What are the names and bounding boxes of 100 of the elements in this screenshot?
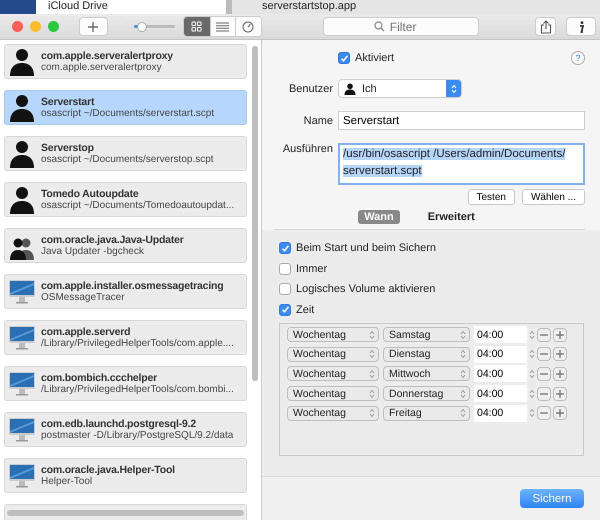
info-button[interactable] bbox=[566, 17, 596, 36]
checkbox[interactable] bbox=[279, 242, 291, 254]
job-card[interactable]: Tomedo Autoupdate osascript ~/Documents/Tomedoautoupdat... bbox=[4, 182, 247, 217]
time-field[interactable]: 04:00 bbox=[474, 404, 527, 422]
share-button[interactable] bbox=[534, 17, 556, 36]
job-title: com.apple.installer.osmessagetracing bbox=[41, 280, 224, 292]
time-field[interactable]: 04:00 bbox=[474, 346, 527, 363]
checkbox-label: Aktiviert bbox=[355, 52, 394, 64]
plus-icon bbox=[556, 330, 564, 339]
field-label: Ausführen bbox=[282, 143, 333, 155]
monitor-icon bbox=[8, 370, 36, 396]
dropdown[interactable]: Wochentag bbox=[287, 406, 379, 421]
stepper-icon bbox=[369, 368, 375, 379]
remove-button[interactable] bbox=[537, 366, 551, 381]
dropdown[interactable]: Wochentag bbox=[287, 366, 379, 382]
size-slider[interactable] bbox=[134, 22, 175, 32]
remove-button[interactable] bbox=[537, 347, 551, 362]
job-title: com.apple.serveralertproxy bbox=[41, 50, 173, 62]
add-button[interactable] bbox=[79, 17, 108, 36]
person-icon bbox=[9, 186, 35, 214]
search-field[interactable]: Filter bbox=[322, 17, 479, 36]
field-label: Name bbox=[302, 114, 333, 126]
add-button[interactable] bbox=[553, 328, 567, 342]
dropdown[interactable]: Donnerstag bbox=[383, 386, 470, 402]
job-command: postmaster -D/Library/PostgreSQL/9.2/data bbox=[41, 430, 234, 441]
field-label: Benutzer bbox=[288, 82, 333, 94]
job-card[interactable]: com.apple.installer.osmessagetracing OSMessageTracer bbox=[4, 274, 247, 309]
add-button[interactable] bbox=[553, 347, 567, 362]
monitor-icon bbox=[8, 462, 36, 488]
job-card[interactable]: Serverstart osascript ~/Documents/serverstart.scpt bbox=[4, 90, 247, 125]
plus-icon bbox=[556, 409, 564, 418]
job-card[interactable]: com.apple.serveralertproxy com.apple.serveralertproxy bbox=[4, 44, 247, 79]
stepper-icon bbox=[369, 330, 375, 340]
job-command: Helper-Tool bbox=[41, 476, 94, 487]
job-command: /Library/PrivilegedHelperTools/com.apple.... bbox=[41, 338, 234, 349]
plus-icon bbox=[556, 350, 564, 358]
push-button[interactable]: Wählen ... bbox=[522, 189, 585, 205]
checkbox[interactable] bbox=[279, 304, 291, 316]
add-button[interactable] bbox=[553, 406, 567, 420]
remove-button[interactable] bbox=[537, 386, 551, 401]
job-command: osascript ~/Documents/serverstart.scpt bbox=[41, 108, 214, 119]
job-command: com.apple.serveralertproxy bbox=[41, 62, 163, 73]
job-card[interactable]: com.bombich.ccchelper /Library/PrivilegedHelperTools/com.bombi... bbox=[4, 366, 247, 401]
job-command: OSMessageTracer bbox=[41, 292, 126, 303]
job-title: Tomedo Autoupdate bbox=[41, 188, 140, 200]
dropdown[interactable]: Mittwoch bbox=[383, 366, 470, 382]
command-field[interactable]: /usr/bin/osascript /Users/admin/Documents/ serverstart.scpt bbox=[338, 143, 585, 185]
file-name: serverstartstop.app bbox=[261, 0, 356, 14]
user-popup[interactable]: Ich bbox=[338, 79, 462, 98]
name-field[interactable]: Serverstart bbox=[338, 111, 585, 130]
add-button[interactable] bbox=[553, 386, 567, 401]
view-mode-button[interactable] bbox=[184, 17, 210, 36]
job-card[interactable]: com.edb.launchd.postgresql-9.2 postmaster -D/Library/PostgreSQL/9.2/data bbox=[4, 412, 247, 447]
plus-icon bbox=[87, 20, 100, 32]
time-field[interactable]: 04:00 bbox=[474, 365, 527, 382]
stepper-icon bbox=[369, 388, 375, 399]
job-card[interactable]: com.oracle.java.Helper-Tool Helper-Tool bbox=[4, 458, 247, 493]
job-card[interactable]: com.apple.serverd /Library/PrivilegedHelperTools/com.apple.... bbox=[4, 320, 247, 355]
view-mode-control[interactable] bbox=[182, 16, 262, 37]
view-mode-button[interactable] bbox=[235, 17, 261, 36]
remove-button[interactable] bbox=[537, 328, 551, 342]
checkbox[interactable] bbox=[279, 283, 291, 296]
add-button[interactable] bbox=[553, 366, 567, 381]
gauge-icon bbox=[242, 20, 254, 32]
checkbox[interactable] bbox=[338, 52, 350, 64]
stepper-icon bbox=[460, 368, 466, 379]
sidebar-item: iCloud Drive bbox=[47, 0, 108, 12]
job-card[interactable]: com.oracle.java.Java-Updater Java Updater -bgcheck bbox=[4, 228, 247, 263]
remove-button[interactable] bbox=[537, 406, 551, 420]
tab[interactable]: Wann bbox=[358, 210, 400, 224]
person-icon bbox=[9, 94, 35, 122]
job-command: osascript ~/Documents/Tomedoautoupdat... bbox=[41, 200, 234, 211]
dropdown[interactable]: Wochentag bbox=[287, 346, 379, 362]
search-icon bbox=[374, 21, 385, 32]
dropdown[interactable]: Wochentag bbox=[287, 327, 379, 342]
dropdown[interactable]: Wochentag bbox=[287, 386, 379, 402]
job-title: com.oracle.java.Helper-Tool bbox=[41, 464, 175, 476]
grid-icon bbox=[191, 21, 202, 32]
push-button[interactable]: Testen bbox=[468, 189, 515, 205]
checkbox[interactable] bbox=[279, 262, 291, 275]
stepper-icon bbox=[369, 408, 375, 418]
dropdown[interactable]: Freitag bbox=[383, 406, 470, 421]
plus-icon bbox=[556, 390, 564, 398]
dropdown[interactable]: Samstag bbox=[383, 327, 470, 342]
help-button[interactable]: ? bbox=[571, 51, 585, 65]
stepper-icon bbox=[460, 408, 466, 418]
checkbox-label: Zeit bbox=[296, 304, 314, 316]
scrollbar[interactable] bbox=[252, 46, 258, 381]
slider-thumb[interactable] bbox=[136, 22, 147, 32]
job-title: com.edb.launchd.postgresql-9.2 bbox=[41, 418, 198, 430]
monitor-icon bbox=[8, 416, 36, 442]
time-field[interactable]: 04:00 bbox=[474, 326, 527, 344]
stepper-icon bbox=[446, 80, 461, 97]
time-field[interactable]: 04:00 bbox=[474, 385, 527, 402]
tab[interactable]: Erweitert bbox=[422, 210, 481, 224]
job-card[interactable]: Serverstop osascript ~/Documents/serverstop.scpt bbox=[4, 136, 247, 171]
scrollbar[interactable] bbox=[7, 510, 244, 516]
person-icon bbox=[9, 48, 35, 76]
dropdown[interactable]: Dienstag bbox=[383, 346, 470, 362]
monitor-icon bbox=[8, 278, 36, 304]
